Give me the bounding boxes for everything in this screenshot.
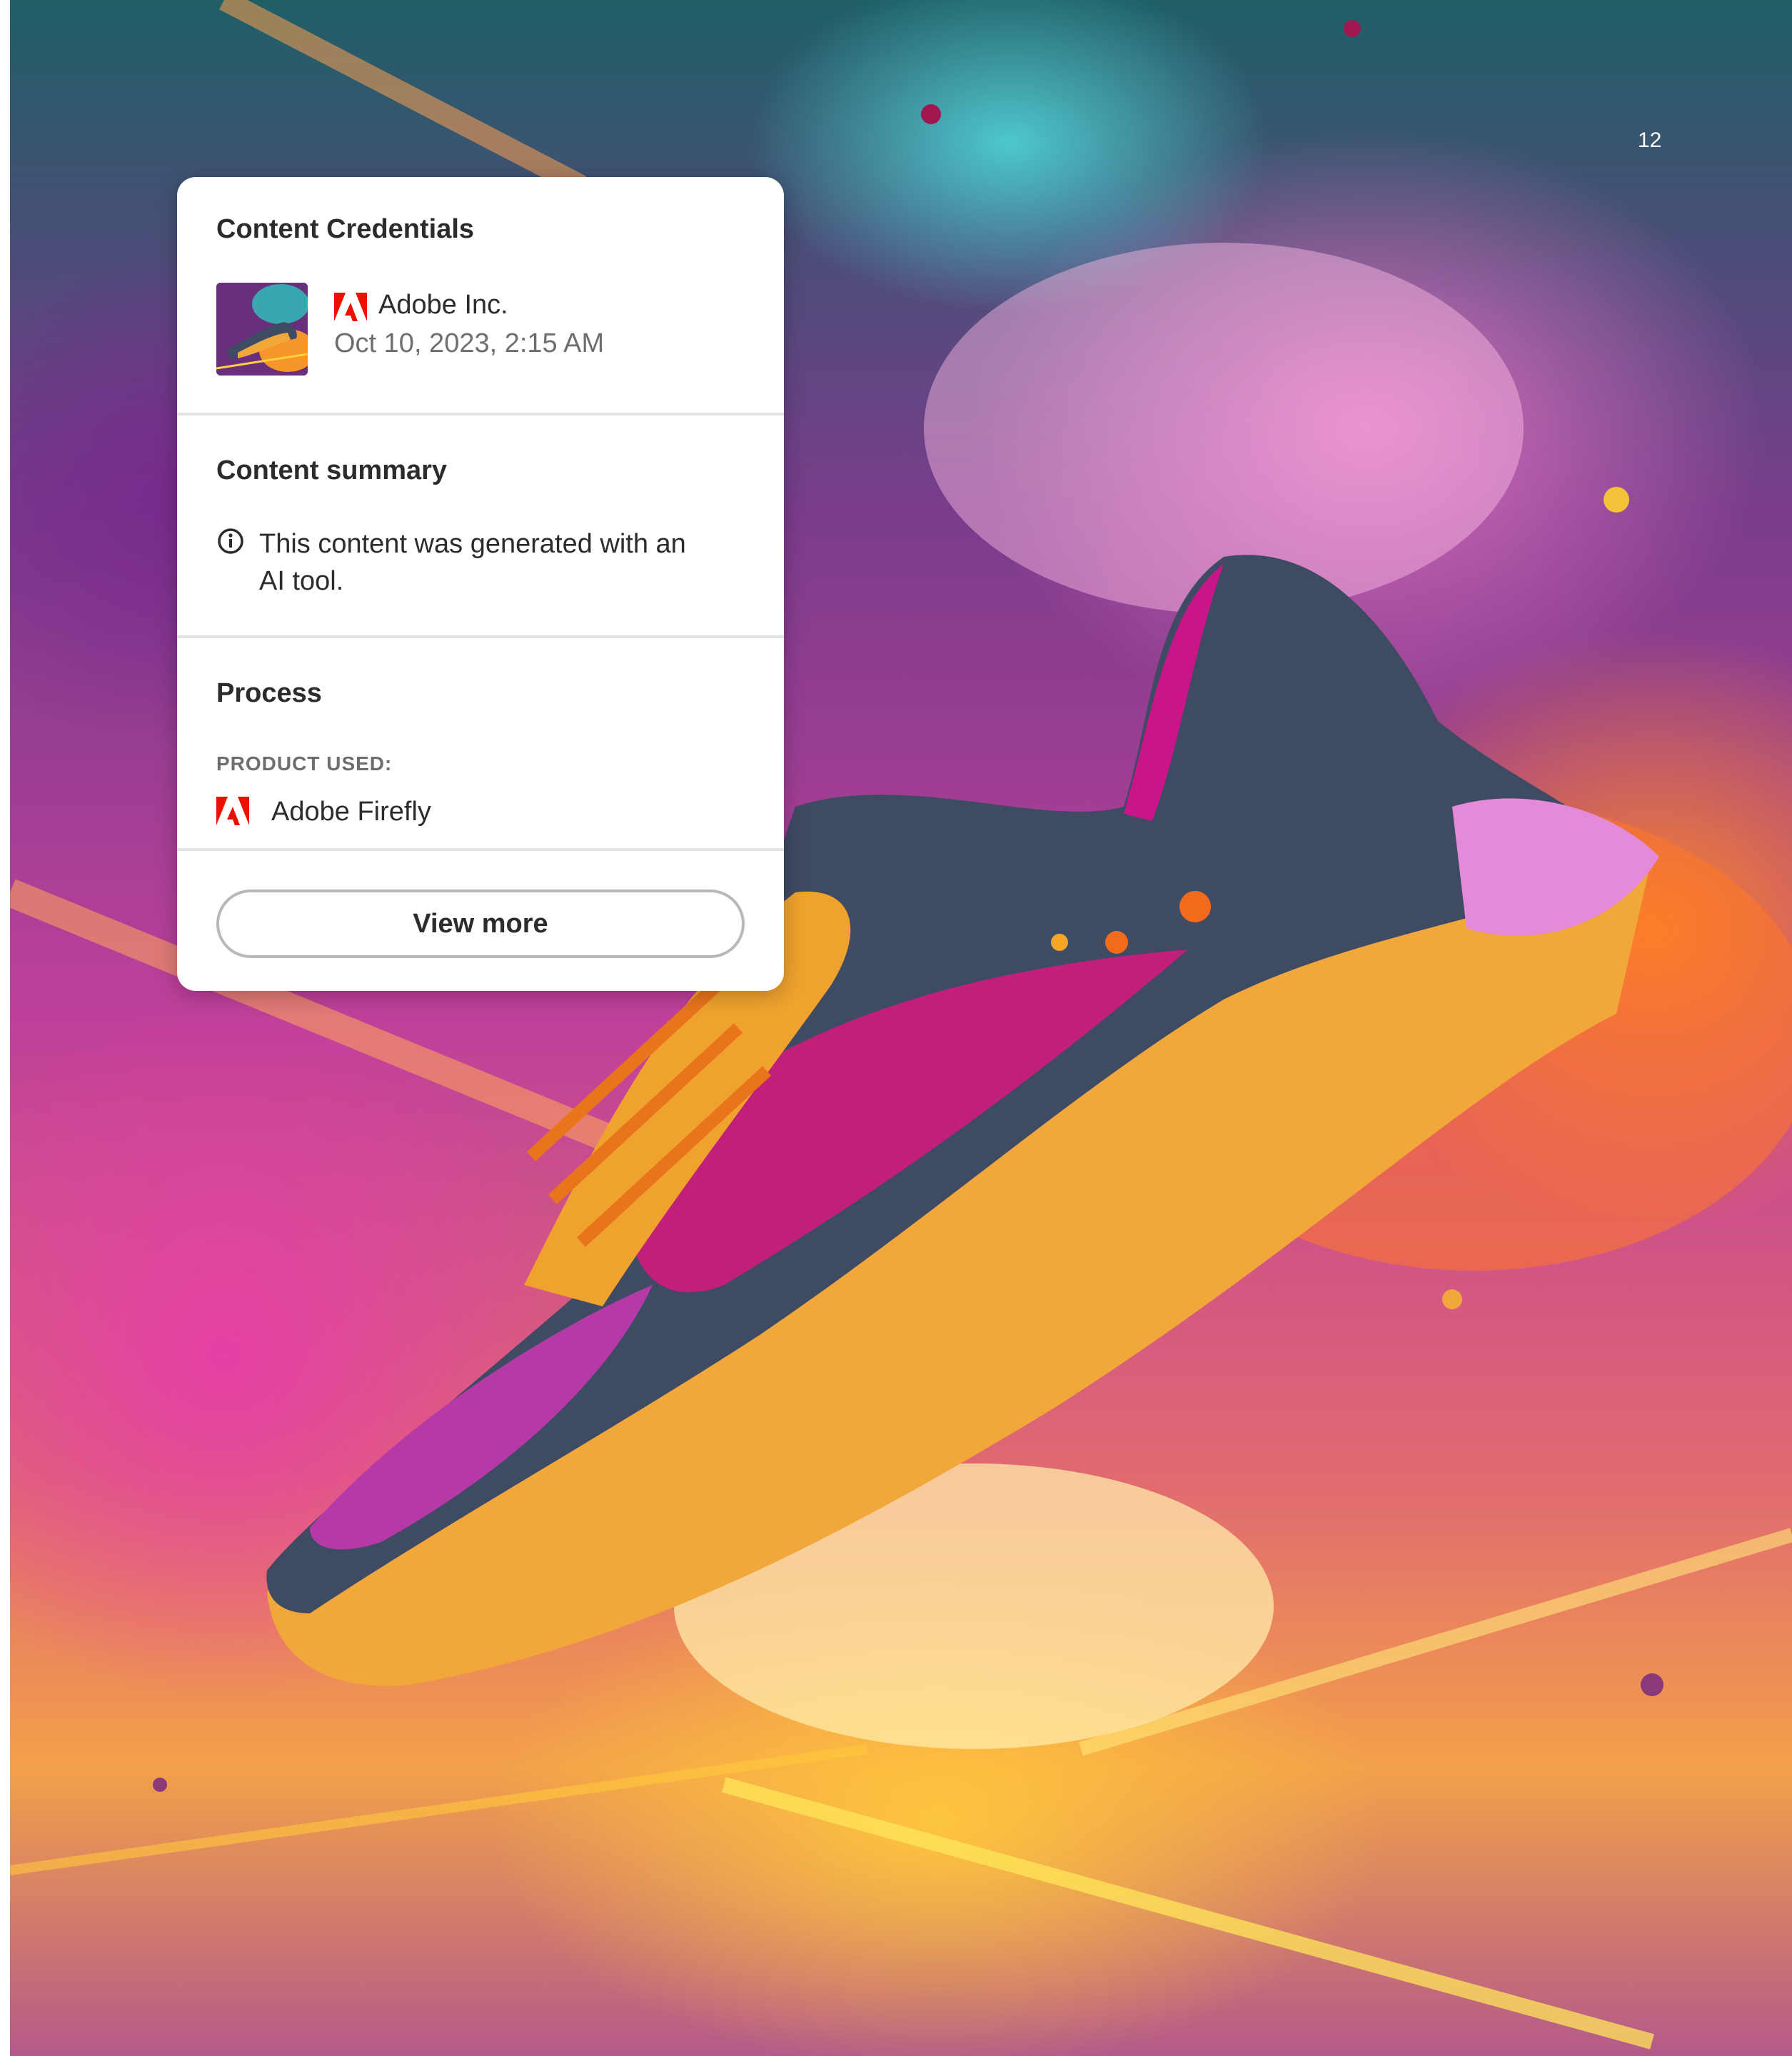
info-icon — [216, 527, 245, 559]
page-number: 12 — [1638, 128, 1662, 152]
section-divider — [177, 848, 784, 851]
credential-timestamp: Oct 10, 2023, 2:15 AM — [334, 328, 605, 358]
product-name: Adobe Firefly — [271, 797, 431, 827]
issuer-name: Adobe Inc. — [378, 290, 508, 320]
shoe-thumbnail — [216, 283, 308, 376]
content-credentials-panel: Content Credentials Adobe Inc. Oct 10, 2… — [177, 177, 784, 991]
content-summary-text: This content was generated with an AI to… — [259, 529, 686, 596]
view-more-button[interactable]: View more — [216, 890, 745, 958]
content-summary-heading: Content summary — [216, 455, 448, 485]
section-divider — [177, 413, 784, 415]
section-divider — [177, 635, 784, 638]
process-heading: Process — [216, 678, 322, 708]
adobe-logo-icon — [216, 797, 249, 830]
product-used-label: PRODUCT USED: — [216, 752, 393, 775]
panel-title: Content Credentials — [216, 214, 475, 244]
adobe-logo-icon — [334, 293, 367, 326]
